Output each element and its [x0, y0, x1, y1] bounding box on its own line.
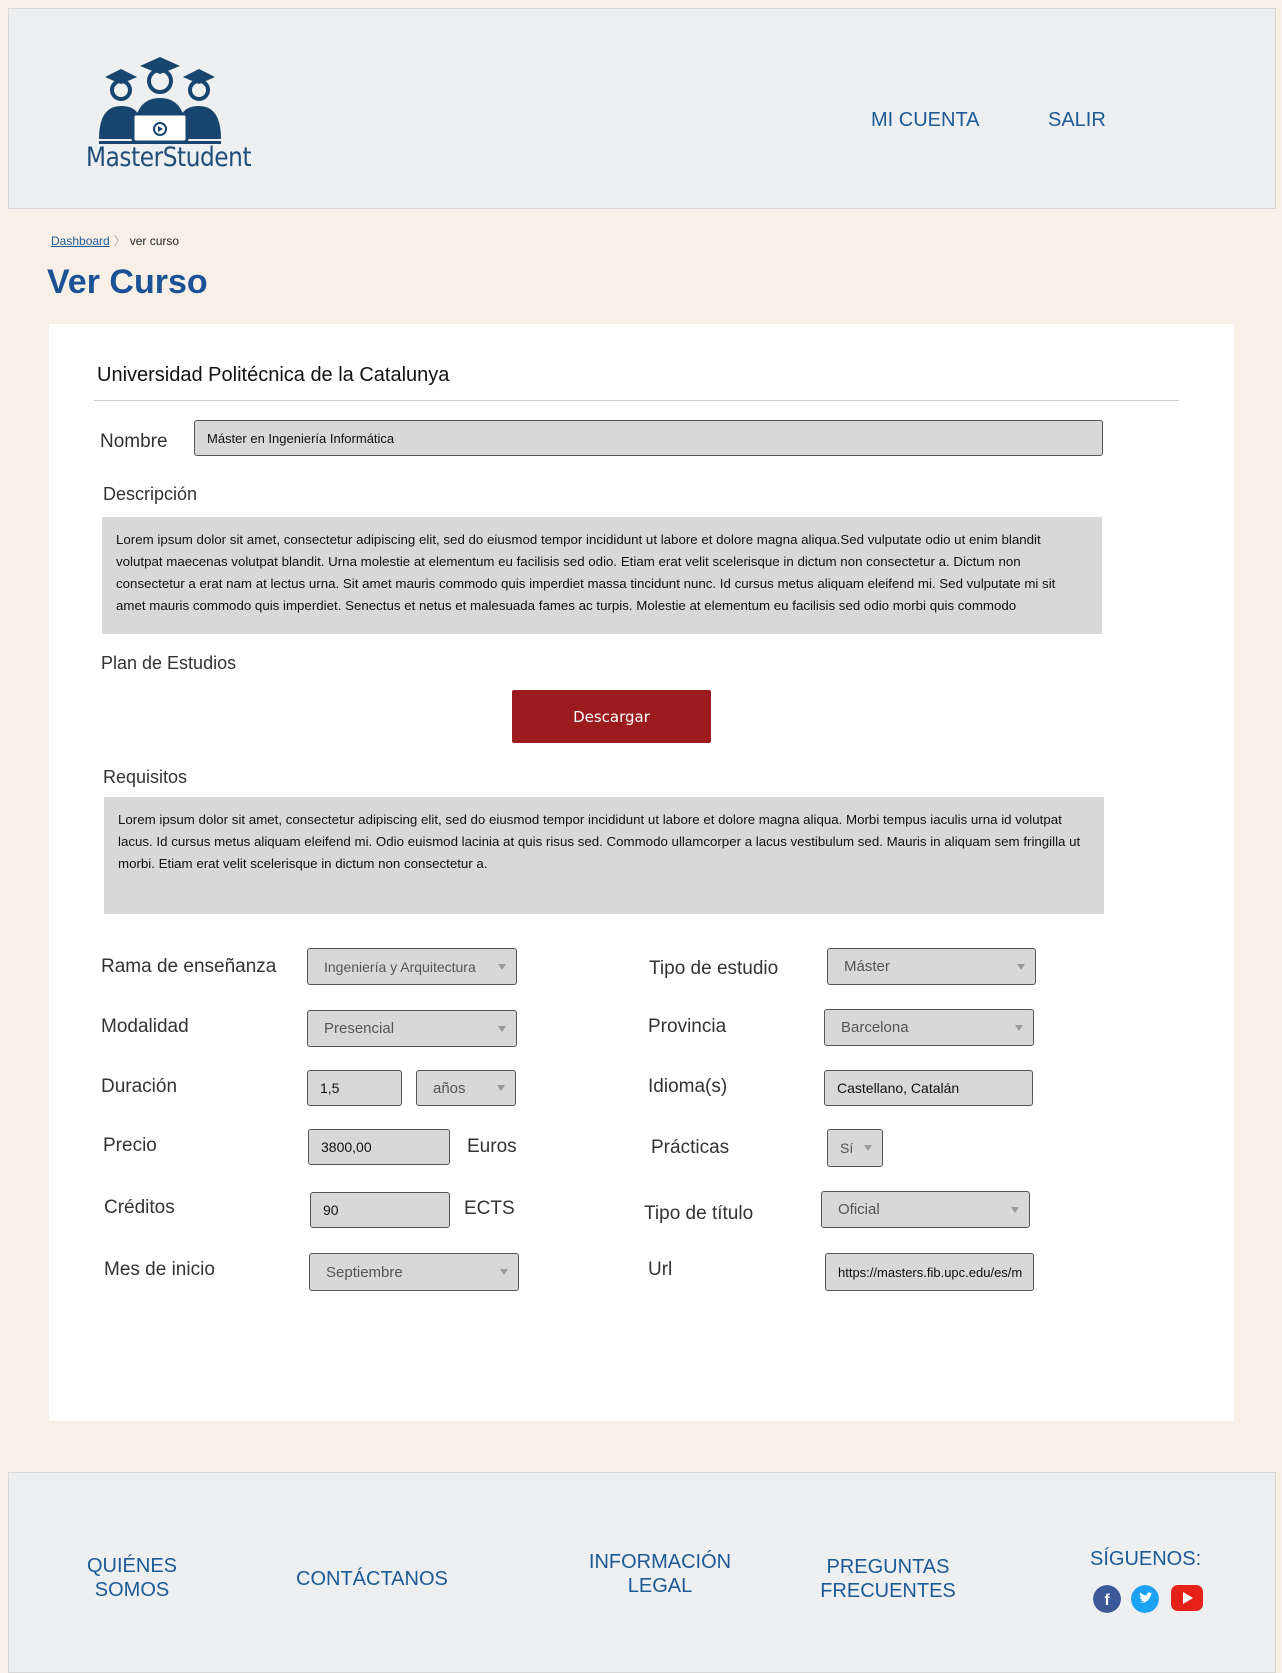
chevron-down-icon [1017, 963, 1025, 970]
logout-link[interactable]: SALIR [1048, 109, 1106, 132]
breadcrumb-current: ver curso [129, 234, 180, 248]
duracion-unit-select[interactable]: años [416, 1070, 516, 1106]
requirements-textarea[interactable]: Lorem ipsum dolor sit amet, consectetur … [104, 797, 1104, 914]
divider [94, 400, 1179, 401]
breadcrumb-dashboard-link[interactable]: Dashboard [51, 234, 110, 248]
tipo-estudio-select[interactable]: Máster [827, 948, 1036, 985]
twitter-icon[interactable] [1131, 1585, 1159, 1613]
youtube-icon[interactable] [1171, 1585, 1203, 1611]
modalidad-select[interactable]: Presencial [307, 1010, 517, 1047]
name-label: Nombre [100, 431, 168, 452]
url-label: Url [648, 1259, 673, 1280]
chevron-down-icon [498, 1025, 506, 1032]
footer-legal-link[interactable]: INFORMACIÓN LEGAL [570, 1550, 750, 1598]
chevron-down-icon [498, 963, 506, 970]
modalidad-label: Modalidad [101, 1016, 189, 1037]
plan-label: Plan de Estudios [101, 653, 237, 673]
page-title: Ver Curso [47, 263, 208, 301]
practicas-label: Prácticas [651, 1137, 730, 1158]
tipo-estudio-label: Tipo de estudio [649, 958, 779, 979]
mes-inicio-label: Mes de inicio [104, 1259, 215, 1280]
chevron-down-icon [497, 1085, 505, 1091]
provincia-label: Provincia [648, 1016, 727, 1037]
description-label: Descripción [103, 484, 198, 504]
rama-select[interactable]: Ingeniería y Arquitectura [307, 948, 517, 985]
url-field[interactable]: https://masters.fib.upc.edu/es/m [825, 1253, 1034, 1291]
provincia-select[interactable]: Barcelona [824, 1009, 1034, 1046]
idioma-field[interactable]: Castellano, Catalán [824, 1070, 1033, 1106]
duracion-label: Duración [101, 1076, 178, 1097]
creditos-field[interactable]: 90 [310, 1192, 450, 1228]
precio-field[interactable]: 3800,00 [308, 1129, 450, 1165]
name-field[interactable]: Máster en Ingeniería Informática [194, 420, 1103, 456]
my-account-link[interactable]: MI CUENTA [871, 109, 980, 132]
idioma-label: Idioma(s) [648, 1076, 728, 1097]
requirements-label: Requisitos [103, 767, 188, 787]
tipo-titulo-value: Oficial [838, 1201, 880, 1218]
practicas-select[interactable]: Sí [827, 1129, 883, 1167]
duracion-unit-value: años [433, 1079, 466, 1097]
mes-inicio-value: Septiembre [326, 1263, 403, 1281]
breadcrumb: Dashboard 〉 ver curso [51, 232, 179, 249]
university-name: Universidad Politécnica de la Catalunya [97, 364, 450, 386]
chevron-down-icon [1015, 1024, 1023, 1031]
rama-label: Rama de enseñanza [101, 956, 277, 977]
description-textarea[interactable]: Lorem ipsum dolor sit amet, consectetur … [102, 517, 1102, 634]
logo-text: MasterStudent [86, 142, 252, 173]
duracion-field[interactable]: 1,5 [307, 1070, 402, 1106]
course-card: Universidad Politécnica de la Catalunya … [49, 324, 1234, 1421]
modalidad-value: Presencial [324, 1020, 395, 1037]
rama-value: Ingeniería y Arquitectura [324, 958, 476, 975]
practicas-value: Sí [840, 1140, 854, 1156]
precio-unit: Euros [467, 1136, 517, 1157]
footer-faq-link[interactable]: PREGUNTAS FRECUENTES [808, 1555, 968, 1603]
creditos-label: Créditos [104, 1197, 175, 1218]
tipo-estudio-value: Máster [844, 958, 890, 975]
creditos-unit: ECTS [464, 1198, 515, 1219]
follow-us-label: SÍGUENOS: [1090, 1548, 1202, 1570]
precio-label: Precio [103, 1135, 157, 1156]
chevron-right-icon: 〉 [113, 234, 126, 248]
svg-text:f: f [1104, 1592, 1110, 1609]
tipo-titulo-select[interactable]: Oficial [821, 1191, 1030, 1228]
footer-contact-link[interactable]: CONTÁCTANOS [296, 1567, 448, 1591]
site-header: MI CUENTA SALIR [8, 8, 1276, 209]
chevron-down-icon [500, 1269, 508, 1275]
provincia-value: Barcelona [841, 1019, 909, 1036]
footer-about-link[interactable]: QUIÉNES SOMOS [72, 1554, 192, 1602]
facebook-icon[interactable]: f [1093, 1585, 1121, 1613]
chevron-down-icon [864, 1145, 872, 1151]
chevron-down-icon [1011, 1206, 1019, 1213]
tipo-titulo-label: Tipo de título [644, 1203, 754, 1224]
mes-inicio-select[interactable]: Septiembre [309, 1253, 519, 1291]
download-button[interactable]: Descargar [512, 690, 711, 743]
